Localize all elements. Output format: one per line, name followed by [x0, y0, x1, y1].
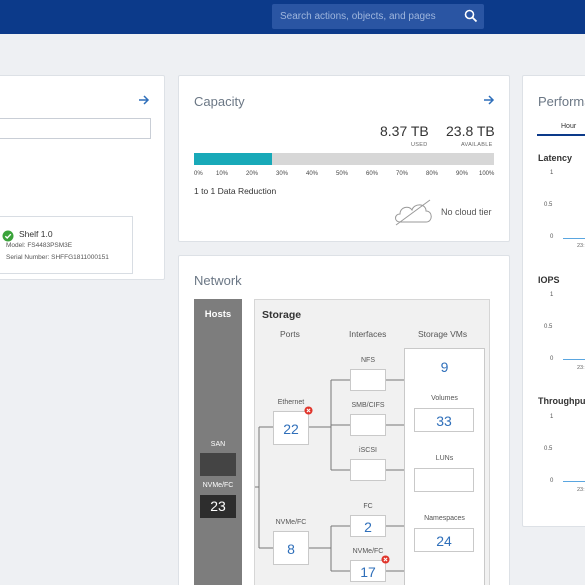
interface-box-nfs[interactable]: [350, 369, 386, 391]
volumes-label: Volumes: [431, 395, 458, 402]
cloud-icon: [395, 199, 432, 226]
top-header-bar: Search actions, objects, and pages: [0, 0, 585, 34]
throughput-ytick: 0.5: [544, 446, 553, 452]
search-input[interactable]: Search actions, objects, and pages: [280, 11, 436, 22]
interface-box-fc[interactable]: 2: [350, 515, 386, 537]
arrow-right-icon[interactable]: [138, 94, 150, 106]
search-icon[interactable]: [464, 9, 478, 23]
svm-count[interactable]: 9: [405, 359, 484, 375]
capacity-card: Capacity 8.37 TB USED 23.8 TB AVAILABLE …: [178, 75, 510, 242]
capacity-title: Capacity: [194, 94, 245, 109]
data-reduction-text: 1 to 1 Data Reduction: [194, 186, 277, 196]
latency-ytick: 0: [550, 234, 554, 240]
error-icon: [381, 555, 390, 564]
interface-label-smb: SMB/CIFS: [351, 402, 385, 409]
throughput-ytick: 1: [550, 414, 554, 420]
interface-label-fc: FC: [363, 503, 373, 510]
namespaces-box[interactable]: 24: [414, 528, 474, 552]
cloud-tier-status: No cloud tier: [441, 207, 492, 217]
san-host-box[interactable]: [200, 453, 236, 476]
capacity-bar-fill: [194, 153, 272, 165]
interface-box-smb[interactable]: [350, 414, 386, 436]
latency-ytick: 0.5: [544, 202, 553, 208]
throughput-ytick: 0: [550, 478, 554, 484]
luns-label: LUNs: [435, 455, 454, 462]
tab-hour[interactable]: Hour: [561, 123, 576, 130]
throughput-line: [563, 481, 585, 482]
search-bar[interactable]: Search actions, objects, and pages: [272, 4, 484, 29]
capacity-tick-label: 100%: [479, 171, 495, 177]
shelf-card[interactable]: Shelf 1.0 Model: FS4483PSM3E Serial Numb…: [0, 216, 133, 274]
interface-label-nfs: NFS: [361, 357, 375, 364]
shelf-model: Model: FS4483PSM3E: [6, 242, 73, 249]
latency-ytick: 1: [550, 170, 554, 176]
nvme-host-box[interactable]: 23: [200, 495, 236, 518]
capacity-tick-label: 40%: [306, 171, 319, 177]
ports-header: Ports: [280, 329, 300, 339]
port-label-nvme: NVMe/FC: [275, 519, 307, 526]
hosts-title: Hosts: [204, 309, 232, 320]
shelf-name: Shelf 1.0: [19, 229, 53, 239]
capacity-tick-label: 50%: [336, 171, 349, 177]
storage-vms-panel: 9 Volumes 33 LUNs Namespaces 24: [404, 348, 485, 585]
iops-ytick: 0.5: [544, 324, 553, 330]
capacity-tick-label: 60%: [366, 171, 379, 177]
available-label: AVAILABLE: [461, 142, 493, 148]
check-circle-icon: [2, 230, 14, 242]
interface-box-iscsi[interactable]: [350, 459, 386, 481]
throughput-xtick: 23:: [577, 487, 585, 493]
capacity-tick-label: 0%: [194, 171, 203, 177]
capacity-tick-label: 70%: [396, 171, 409, 177]
shelf-serial: Serial Number: SHFFG1811000151: [6, 254, 109, 261]
interfaces-header: Interfaces: [349, 329, 387, 339]
latency-xtick: 23:: [577, 243, 585, 249]
available-value: 23.8 TB: [446, 123, 495, 139]
text-field[interactable]: [0, 118, 151, 139]
latency-title: Latency: [538, 153, 573, 163]
performance-title: Performa: [538, 94, 585, 109]
network-card: Network Hosts SAN NVMe/FC 23 Storage Por…: [178, 255, 510, 585]
capacity-tick-label: 80%: [426, 171, 439, 177]
iops-xtick: 23:: [577, 365, 585, 371]
used-value: 8.37 TB: [380, 123, 429, 139]
throughput-title: Throughpu: [538, 396, 585, 406]
luns-box[interactable]: [414, 468, 474, 492]
iops-title: IOPS: [538, 275, 560, 285]
capacity-tick-label: 30%: [276, 171, 289, 177]
capacity-tick-label: 10%: [216, 171, 229, 177]
port-box-ethernet[interactable]: 22: [273, 411, 309, 445]
storage-title: Storage: [262, 309, 302, 321]
interface-label-nvme: NVMe/FC: [352, 548, 384, 555]
svms-header: Storage VMs: [418, 329, 468, 339]
latency-line: [563, 238, 585, 239]
used-label: USED: [411, 142, 428, 148]
hosts-column: Hosts SAN NVMe/FC 23: [194, 299, 242, 585]
interface-label-iscsi: iSCSI: [359, 447, 377, 454]
iops-ytick: 1: [550, 292, 554, 298]
capacity-bar: [194, 153, 494, 165]
iops-ytick: 0: [550, 356, 554, 362]
capacity-tick-label: 90%: [456, 171, 469, 177]
iops-line: [563, 359, 585, 360]
san-label: SAN: [210, 441, 226, 448]
port-box-nvme[interactable]: 8: [273, 531, 309, 565]
arrow-right-icon[interactable]: [483, 94, 495, 106]
nvme-host-label: NVMe/FC: [202, 482, 234, 489]
capacity-tick-label: 20%: [246, 171, 259, 177]
volumes-box[interactable]: 33: [414, 408, 474, 432]
performance-card: Performa Hour Latency 1 0.5 0 23: IOPS 1…: [522, 75, 585, 527]
namespaces-label: Namespaces: [424, 515, 465, 522]
port-label-ethernet: Ethernet: [277, 399, 305, 406]
network-title: Network: [194, 273, 242, 288]
storage-panel: Storage Ports Interfaces Storage VMs Eth…: [254, 299, 490, 585]
health-card: Shelf 1.0 Model: FS4483PSM3E Serial Numb…: [0, 75, 165, 280]
error-icon: [304, 406, 313, 415]
tab-active-indicator: [537, 134, 585, 136]
